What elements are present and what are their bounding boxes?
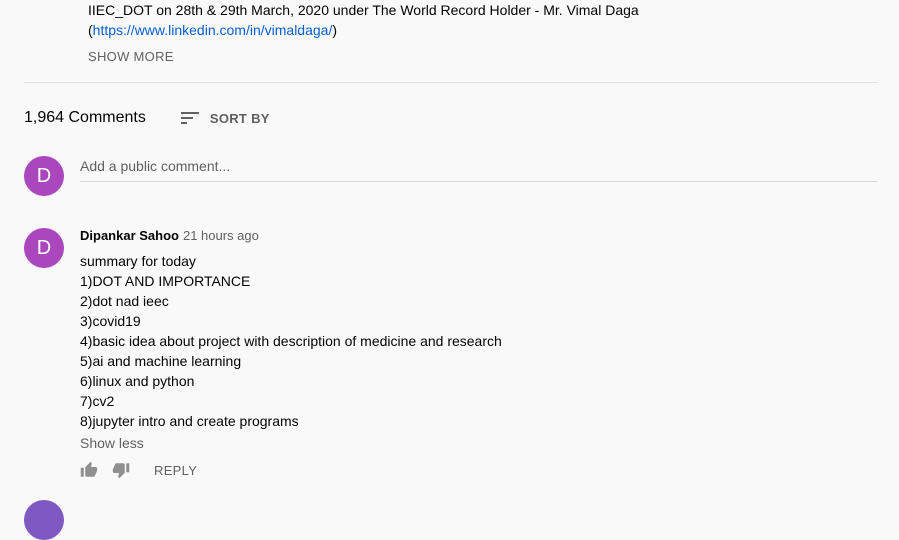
description-link-line: (https://www.linkedin.com/in/vimaldaga/): [88, 20, 639, 40]
link-close-paren: ): [332, 22, 338, 38]
comment-actions: REPLY: [80, 459, 197, 481]
comment-author[interactable]: Dipankar Sahoo: [80, 228, 179, 243]
commenter-avatar[interactable]: D: [24, 228, 64, 268]
comment-line: 3)covid19: [80, 313, 141, 329]
comment-line: 6)linux and python: [80, 373, 195, 389]
sort-by-button[interactable]: SORT BY: [178, 106, 270, 130]
comment-line: 2)dot nad ieec: [80, 293, 169, 309]
add-comment-input[interactable]: [80, 156, 877, 176]
add-comment-field[interactable]: [80, 156, 877, 182]
reply-button[interactable]: REPLY: [154, 463, 197, 478]
comment-item: Dipankar Sahoo 21 hours ago summary for …: [80, 228, 502, 453]
thumbs-down-icon[interactable]: [112, 461, 130, 479]
comments-header: 1,964 Comments SORT BY: [24, 107, 270, 129]
comment-text: summary for today 1)DOT AND IMPORTANCE 2…: [80, 251, 502, 431]
linkedin-link[interactable]: https://www.linkedin.com/in/vimaldaga/: [93, 22, 333, 38]
comment-line: 7)cv2: [80, 393, 115, 409]
comment-line: summary for today: [80, 253, 196, 269]
description-line: IIEC_DOT on 28th & 29th March, 2020 unde…: [88, 2, 639, 18]
comments-count: 1,964 Comments: [24, 109, 146, 126]
next-commenter-avatar[interactable]: [24, 500, 64, 540]
comment-timestamp[interactable]: 21 hours ago: [183, 228, 259, 243]
avatar-letter: D: [36, 236, 52, 259]
comment-line: 8)jupyter intro and create programs: [80, 413, 299, 429]
divider: [24, 82, 877, 83]
sort-by-label: SORT BY: [209, 110, 270, 126]
video-description: IIEC_DOT on 28th & 29th March, 2020 unde…: [88, 0, 639, 40]
sort-icon: [178, 106, 202, 130]
comment-header: Dipankar Sahoo 21 hours ago: [80, 228, 502, 246]
comment-line: 4)basic idea about project with descript…: [80, 333, 502, 349]
comment-line: 1)DOT AND IMPORTANCE: [80, 273, 251, 289]
thumbs-up-icon[interactable]: [80, 461, 98, 479]
comment-line: 5)ai and machine learning: [80, 353, 242, 369]
show-less-button[interactable]: Show less: [80, 433, 502, 453]
user-avatar[interactable]: D: [24, 156, 64, 196]
avatar-letter: D: [36, 164, 52, 187]
show-more-button[interactable]: SHOW MORE: [88, 49, 174, 64]
